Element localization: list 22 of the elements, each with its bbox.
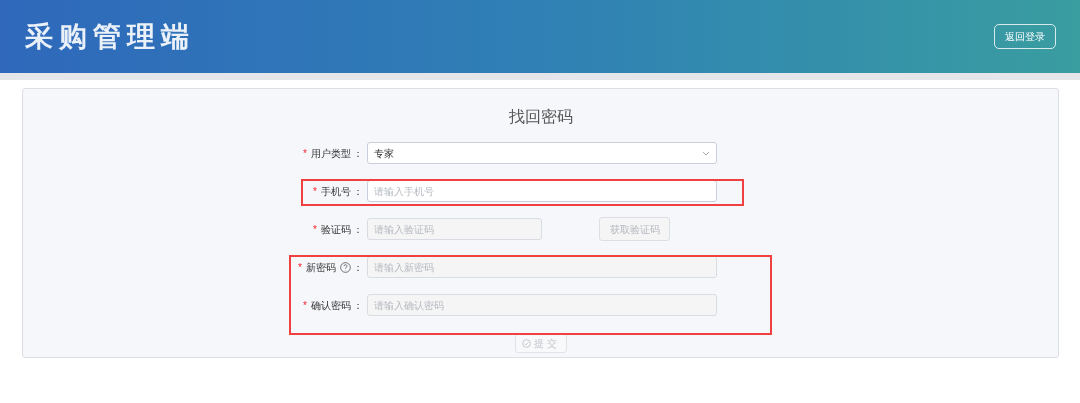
required-mark: * xyxy=(313,222,317,237)
select-field[interactable]: 专家 xyxy=(367,142,717,164)
chevron-down-icon xyxy=(702,150,710,156)
required-mark: * xyxy=(298,260,302,275)
required-mark: * xyxy=(303,146,307,161)
field-label: 确认密码 xyxy=(311,298,351,313)
back-to-login-button[interactable]: 返回登录 xyxy=(994,24,1056,49)
label-colon: ： xyxy=(353,298,363,313)
label-colon: ： xyxy=(353,260,363,275)
field-label: 新密码 xyxy=(306,260,336,275)
label-colon: ： xyxy=(353,222,363,237)
app-title: 采购管理端 xyxy=(25,19,195,54)
field-label: 手机号 xyxy=(321,184,351,199)
field-label: 验证码 xyxy=(321,222,351,237)
field-label: 用户类型 xyxy=(311,146,351,161)
form-title: 找回密码 xyxy=(508,107,573,127)
required-mark: * xyxy=(303,298,307,313)
label-colon: ： xyxy=(353,184,363,199)
label-colon: ： xyxy=(353,146,363,161)
required-mark: * xyxy=(313,184,317,199)
check-circle-icon xyxy=(521,338,531,348)
input-field[interactable]: 请输入手机号 xyxy=(367,180,717,202)
